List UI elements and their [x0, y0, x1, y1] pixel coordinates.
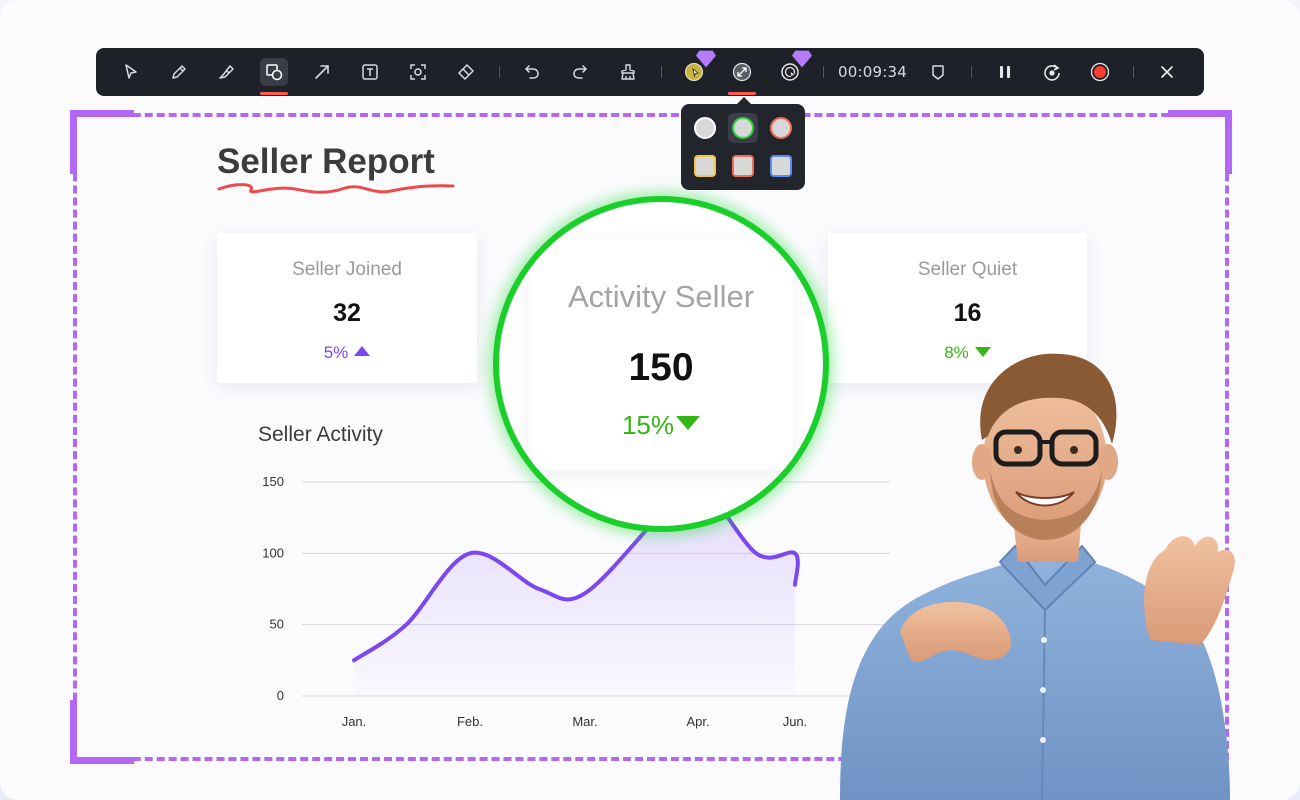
- text-tool-button[interactable]: [356, 58, 384, 86]
- seller-activity-chart: 150 100 50 0 Jan. Feb. Mar. Apr. Jun.: [262, 474, 890, 729]
- cursor-highlight-button[interactable]: [680, 50, 716, 86]
- frame-corner-tl[interactable]: [70, 110, 134, 117]
- undo-button[interactable]: [518, 58, 546, 86]
- record-icon: [1090, 62, 1110, 82]
- trend-up-icon: [354, 346, 371, 356]
- presenter-webcam-overlay: [840, 353, 1235, 800]
- recording-timer: 00:09:34: [838, 63, 907, 81]
- frame-corner-bl[interactable]: [70, 757, 134, 764]
- stat-card-seller-joined: Seller Joined 32 5%: [217, 233, 477, 383]
- x-tick-label: Mar.: [572, 714, 597, 729]
- close-icon: [1161, 66, 1173, 78]
- pen-tool-button[interactable]: [165, 58, 193, 86]
- undo-icon: [524, 65, 539, 79]
- magnifier-button[interactable]: [728, 58, 756, 86]
- y-tick-label: 150: [262, 474, 284, 489]
- x-tick-label: Jun.: [783, 714, 808, 729]
- toolbar-divider: [661, 66, 662, 78]
- x-tick-label: Feb.: [457, 714, 483, 729]
- toolbar-divider: [823, 66, 824, 78]
- redo-button[interactable]: [566, 58, 594, 86]
- magnify-icon: [732, 62, 752, 82]
- toolbar-divider: [1133, 66, 1134, 78]
- highlighter-tool-button[interactable]: [212, 58, 240, 86]
- swatch-yellow-square[interactable]: [694, 155, 716, 177]
- swatch-blue-square[interactable]: [770, 155, 792, 177]
- active-tool-indicator: [260, 92, 288, 95]
- premium-gem-icon: [696, 50, 716, 68]
- redo-icon: [573, 65, 588, 79]
- eraser-icon: [458, 64, 474, 80]
- trend-down-icon: [676, 416, 701, 430]
- pause-button[interactable]: [991, 58, 1019, 86]
- stat-label: Seller Quiet: [917, 259, 1018, 280]
- y-tick-label: 0: [277, 688, 284, 703]
- swatch-red-circle[interactable]: [770, 117, 792, 139]
- screen-recorder-toolbar: 00:09:34: [96, 48, 1204, 96]
- frame-corner-tr[interactable]: [1168, 110, 1232, 117]
- x-tick-label: Apr.: [686, 714, 709, 729]
- report-title: Seller Report: [217, 142, 435, 181]
- pause-icon: [1000, 66, 1010, 78]
- broom-icon: [621, 64, 635, 80]
- text-icon: [362, 64, 378, 80]
- stat-value: 150: [628, 346, 694, 389]
- eraser-tool-button[interactable]: [452, 58, 480, 86]
- focus-icon: [410, 64, 426, 80]
- spotlight-tool-button[interactable]: [404, 58, 432, 86]
- swatch-green-circle[interactable]: [732, 117, 754, 139]
- swatch-white-circle[interactable]: [694, 117, 716, 139]
- magnifier-lens[interactable]: Activity Seller 150 15%: [493, 196, 829, 532]
- frame-corner-tr[interactable]: [1225, 110, 1232, 174]
- shield-icon: [932, 65, 944, 80]
- clear-button[interactable]: [614, 58, 642, 86]
- restart-button[interactable]: [1038, 58, 1066, 86]
- swatch-red-square[interactable]: [732, 155, 754, 177]
- chart-title: Seller Activity: [258, 423, 383, 446]
- active-tool-indicator: [728, 92, 756, 95]
- magnifier-style-popover: [681, 97, 805, 190]
- frame-corner-bl[interactable]: [70, 700, 77, 764]
- stat-value: 16: [953, 299, 982, 327]
- arrow-tool-button[interactable]: [308, 58, 336, 86]
- title-scribble-underline: [217, 183, 455, 194]
- stat-delta: 15%: [499, 410, 823, 441]
- shape-tool-button[interactable]: [260, 58, 288, 86]
- y-tick-label: 50: [270, 617, 284, 632]
- premium-gem-icon: [792, 50, 812, 68]
- record-button[interactable]: [1086, 58, 1114, 86]
- cursor-icon: [125, 64, 137, 79]
- frame-corner-tl[interactable]: [70, 110, 77, 174]
- stat-value: 32: [333, 299, 361, 327]
- shapes-icon: [266, 64, 283, 81]
- toolbar-divider: [971, 66, 972, 78]
- stat-delta: 5%: [217, 343, 477, 363]
- stat-label: Seller Joined: [292, 259, 402, 280]
- x-tick-label: Jan.: [342, 714, 367, 729]
- restart-icon: [1044, 64, 1060, 81]
- close-button[interactable]: [1153, 58, 1181, 86]
- highlighter-icon: [219, 65, 234, 79]
- stat-label: Activity Seller: [567, 279, 755, 314]
- click-effect-button[interactable]: [776, 50, 812, 86]
- toolbar-divider: [499, 66, 500, 78]
- y-tick-label: 100: [262, 545, 284, 560]
- watermark-button[interactable]: [924, 58, 952, 86]
- select-tool-button[interactable]: [117, 58, 145, 86]
- arrow-icon: [315, 65, 329, 79]
- pen-icon: [172, 65, 186, 79]
